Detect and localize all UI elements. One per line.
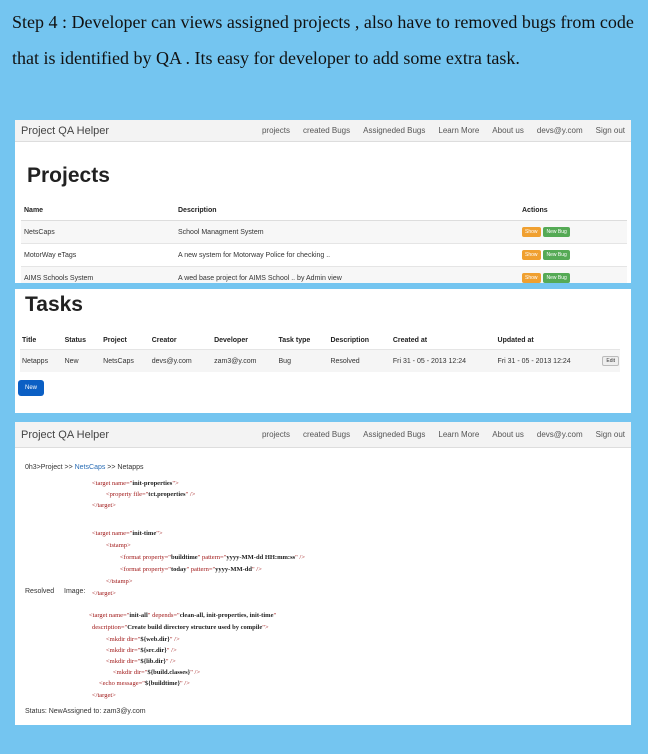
table-row: MotorWay eTags A new system for Motorway… xyxy=(21,243,627,267)
nav-user-email[interactable]: devs@y.com xyxy=(537,430,583,439)
task-detail-panel: Project QA Helper projects created Bugs … xyxy=(15,422,631,725)
code-line: <format property="buildtime" pattern="yy… xyxy=(120,554,305,561)
code-line: <mkdir dir="${src.dir}" /> xyxy=(106,647,177,654)
task-project: NetsCaps xyxy=(101,349,150,372)
projects-title: Projects xyxy=(27,164,110,187)
project-actions: Show New Bug xyxy=(519,266,627,283)
nav-created-bugs[interactable]: created Bugs xyxy=(303,430,350,439)
task-edit-cell: Edit xyxy=(600,349,620,372)
header-title: Title xyxy=(22,336,37,344)
header-updated-at: Updated at xyxy=(497,336,534,344)
project-name: MotorWay eTags xyxy=(21,243,175,267)
brand-title[interactable]: Project QA Helper xyxy=(21,125,109,137)
breadcrumb-project-link[interactable]: NetsCaps xyxy=(75,464,106,471)
nav-about-us[interactable]: About us xyxy=(492,430,524,439)
header-created-at: Created at xyxy=(392,336,428,344)
nav-sign-out[interactable]: Sign out xyxy=(596,430,625,439)
table-row: AIMS Schools System A wed base project f… xyxy=(21,266,627,283)
nav-projects[interactable]: projects xyxy=(262,126,290,135)
header-actions: Actions xyxy=(519,200,627,221)
task-title: Netapps xyxy=(20,349,63,372)
project-name: AIMS Schools System xyxy=(21,266,175,283)
code-image: <target name="init-properties"> <propert… xyxy=(15,478,305,699)
nav-created-bugs[interactable]: created Bugs xyxy=(303,126,350,135)
projects-panel: Project QA Helper projects created Bugs … xyxy=(15,120,631,283)
new-task-button[interactable]: New xyxy=(18,380,44,396)
code-line: <mkdir dir="${build.classes}" /> xyxy=(113,669,200,676)
header-project: Project xyxy=(103,336,127,344)
project-description: A new system for Motorway Police for che… xyxy=(175,243,519,267)
header-description: Description xyxy=(330,336,369,344)
code-line: <echo message="${buildtime}" /> xyxy=(99,680,190,687)
nav-about-us[interactable]: About us xyxy=(492,126,524,135)
table-header-row: Title Status Project Creator Developer T… xyxy=(20,331,620,350)
code-line: </target> xyxy=(92,502,116,509)
task-type: Bug xyxy=(276,349,329,372)
code-line: <target name="init-time"> xyxy=(92,530,163,537)
table-header-row: Name Description Actions xyxy=(21,200,627,221)
edit-button[interactable]: Edit xyxy=(602,356,619,366)
code-line: </tstamp> xyxy=(106,578,133,585)
header-developer: Developer xyxy=(214,336,248,344)
tasks-title: Tasks xyxy=(25,293,83,316)
breadcrumb: 0h3>Project >> NetsCaps >> Netapps xyxy=(25,464,144,471)
nav-assigned-bugs[interactable]: Assigneded Bugs xyxy=(363,126,425,135)
code-line: <mkdir dir="${web.dir}" /> xyxy=(106,636,180,643)
header-status: Status xyxy=(64,336,86,344)
header-task-type: Task type xyxy=(278,336,311,344)
code-line: description="Create build directory stru… xyxy=(92,624,269,631)
top-navbar: Project QA Helper projects created Bugs … xyxy=(15,120,631,142)
code-line: </target> xyxy=(92,692,116,699)
task-creator: devs@y.com xyxy=(149,349,213,372)
resolved-label: Resolved xyxy=(25,588,55,595)
nav-sign-out[interactable]: Sign out xyxy=(596,126,625,135)
nav-projects[interactable]: projects xyxy=(262,430,290,439)
table-row: Netapps New NetsCaps devs@y.com zam3@y.c… xyxy=(20,349,620,372)
image-label: Image: xyxy=(64,588,86,595)
code-line: <tstamp> xyxy=(106,542,131,549)
project-actions: Show New Bug xyxy=(519,243,627,267)
code-line: </target> xyxy=(92,590,116,597)
code-line: <format property="today" pattern="yyyy-M… xyxy=(120,566,262,573)
new-bug-button[interactable]: New Bug xyxy=(543,273,570,283)
nav-learn-more[interactable]: Learn More xyxy=(438,126,479,135)
project-description: School Managment System xyxy=(175,220,519,244)
task-updated-at: Fri 31 - 05 - 2013 12:24 xyxy=(495,349,601,372)
tasks-table: Title Status Project Creator Developer T… xyxy=(20,331,620,372)
table-row: NetsCaps School Managment System Show Ne… xyxy=(21,220,627,244)
task-developer: zam3@y.com xyxy=(212,349,277,372)
status-line: Status: NewAssigned to: zam3@y.com xyxy=(25,708,146,715)
nav-assigned-bugs[interactable]: Assigneded Bugs xyxy=(363,430,425,439)
new-bug-button[interactable]: New Bug xyxy=(543,227,570,237)
header-name: Name xyxy=(21,200,175,221)
show-button[interactable]: Show xyxy=(522,250,541,260)
brand-title[interactable]: Project QA Helper xyxy=(21,429,109,441)
breadcrumb-prefix: 0h3>Project >> xyxy=(25,464,75,471)
top-navbar: Project QA Helper projects created Bugs … xyxy=(15,422,631,448)
task-description: Resolved xyxy=(328,349,391,372)
nav-user-email[interactable]: devs@y.com xyxy=(537,126,583,135)
task-status: New xyxy=(62,349,102,372)
header-edit-col xyxy=(600,331,620,350)
project-actions: Show New Bug xyxy=(519,220,627,244)
code-line: <mkdir dir="${lib.dir}" /> xyxy=(106,658,176,665)
task-created-at: Fri 31 - 05 - 2013 12:24 xyxy=(390,349,496,372)
nav-learn-more[interactable]: Learn More xyxy=(438,430,479,439)
show-button[interactable]: Show xyxy=(522,273,541,283)
step-caption: Step 4 : Developer can views assigned pr… xyxy=(12,12,634,68)
breadcrumb-suffix: >> Netapps xyxy=(105,464,144,471)
header-description: Description xyxy=(175,200,519,221)
header-creator: Creator xyxy=(151,336,177,344)
project-description: A wed base project for AIMS School .. by… xyxy=(175,266,519,283)
project-name: NetsCaps xyxy=(21,220,175,244)
code-line: <target name="init-properties"> xyxy=(92,480,179,487)
new-bug-button[interactable]: New Bug xyxy=(543,250,570,260)
code-line: <property file="tct.properties" /> xyxy=(106,491,196,498)
projects-table: Name Description Actions NetsCaps School… xyxy=(21,200,627,283)
code-line: <target name="init-all" depends="clean-a… xyxy=(89,612,277,619)
tasks-panel: Tasks Title Status Project Creator Devel… xyxy=(15,289,631,413)
show-button[interactable]: Show xyxy=(522,227,541,237)
